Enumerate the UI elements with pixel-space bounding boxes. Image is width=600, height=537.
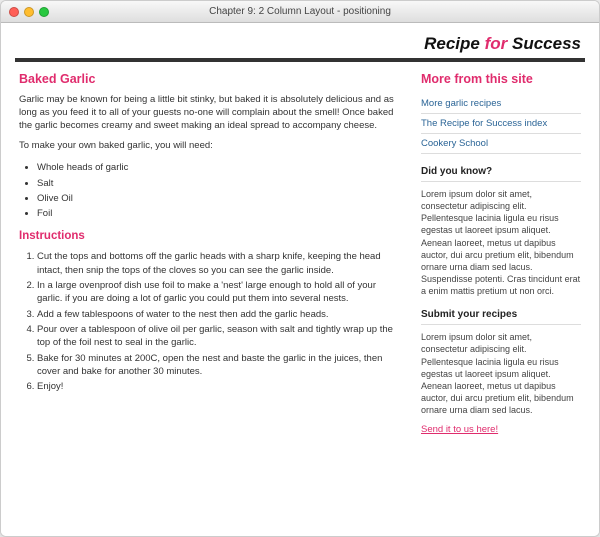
titlebar: Chapter 9: 2 Column Layout - positioning (1, 1, 599, 23)
zoom-icon[interactable] (39, 7, 49, 17)
sidebar-link[interactable]: Cookery School (421, 138, 488, 149)
did-you-know-body: Lorem ipsum dolor sit amet, consectetur … (421, 188, 581, 297)
site-header: Recipe for Success (15, 28, 585, 62)
list-item: In a large ovenproof dish use foil to ma… (37, 279, 403, 306)
instructions-list: Cut the tops and bottoms off the garlic … (19, 250, 403, 393)
send-link[interactable]: Send it to us here! (421, 424, 498, 435)
list-item: Add a few tablespoons of water to the ne… (37, 308, 403, 321)
app-window: Chapter 9: 2 Column Layout - positioning… (0, 0, 600, 537)
window-controls (9, 7, 49, 17)
sidebar-links: More garlic recipes The Recipe for Succe… (421, 94, 581, 154)
submit-body: Lorem ipsum dolor sit amet, consectetur … (421, 331, 581, 416)
site-title-post: Success (507, 34, 581, 53)
list-item: Bake for 30 minutes at 200C, open the ne… (37, 352, 403, 379)
minimize-icon[interactable] (24, 7, 34, 17)
site-title-accent: for (485, 34, 508, 53)
list-item: Salt (37, 177, 403, 190)
list-item: Enjoy! (37, 380, 403, 393)
two-column-layout: Baked Garlic Garlic may be known for bei… (15, 72, 585, 435)
sidebar-link[interactable]: More garlic recipes (421, 98, 501, 109)
sidebar-link-item: Cookery School (421, 134, 581, 154)
sidebar-link[interactable]: The Recipe for Success index (421, 118, 547, 129)
list-item: Pour over a tablespoon of olive oil per … (37, 323, 403, 350)
close-icon[interactable] (9, 7, 19, 17)
page-content: Recipe for Success Baked Garlic Garlic m… (1, 23, 599, 536)
ingredients-lead: To make your own baked garlic, you will … (19, 140, 403, 153)
intro-paragraph: Garlic may be known for being a little b… (19, 94, 403, 132)
submit-heading: Submit your recipes (421, 309, 581, 325)
sidebar-heading: More from this site (421, 72, 581, 86)
list-item: Whole heads of garlic (37, 161, 403, 174)
did-you-know-heading: Did you know? (421, 166, 581, 182)
sidebar-link-item: More garlic recipes (421, 94, 581, 114)
sidebar-column: More from this site More garlic recipes … (421, 72, 581, 435)
window-title: Chapter 9: 2 Column Layout - positioning (1, 6, 599, 17)
list-item: Cut the tops and bottoms off the garlic … (37, 250, 403, 277)
list-item: Foil (37, 207, 403, 220)
site-title-pre: Recipe (424, 34, 484, 53)
ingredients-list: Whole heads of garlic Salt Olive Oil Foi… (19, 161, 403, 220)
site-title: Recipe for Success (424, 34, 581, 53)
sidebar-link-item: The Recipe for Success index (421, 114, 581, 134)
article-heading: Baked Garlic (19, 72, 403, 86)
list-item: Olive Oil (37, 192, 403, 205)
instructions-heading: Instructions (19, 230, 403, 242)
main-column: Baked Garlic Garlic may be known for bei… (19, 72, 403, 435)
